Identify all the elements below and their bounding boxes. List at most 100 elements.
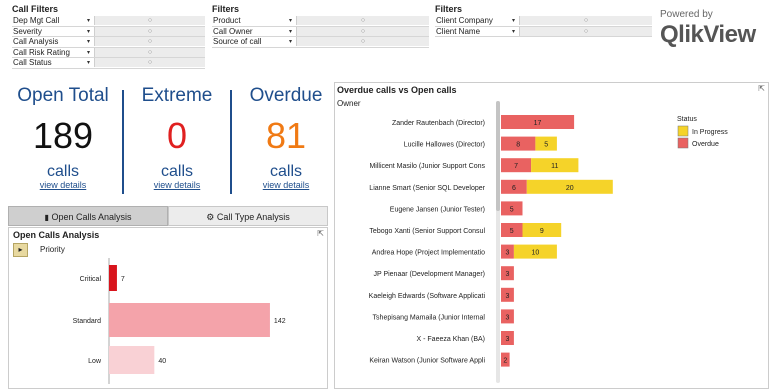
tab-label: Call Type Analysis	[216, 212, 290, 222]
filter-search-box[interactable]: ○	[296, 37, 429, 47]
search-circle-icon: ○	[147, 38, 153, 46]
category-label: JP Pienaar (Development Manager)	[373, 271, 485, 278]
kpi-divider	[122, 90, 124, 194]
filter-label: Source of call	[213, 37, 262, 47]
filter-label: Client Company	[436, 16, 493, 26]
category-label: Millicent Masilo (Junior Support Cons	[369, 163, 485, 170]
filter-row[interactable]: Client Name ▾ ○	[435, 26, 652, 37]
filter-search-box[interactable]: ○	[296, 16, 429, 26]
data-label: 5	[544, 142, 548, 149]
data-label: 11	[551, 163, 558, 170]
filter-row[interactable]: Product ▾ ○	[212, 16, 429, 27]
legend-label: In Progress	[692, 129, 728, 136]
dropdown-arrow-icon[interactable]: ▾	[87, 38, 90, 45]
filter-search-box[interactable]: ○	[94, 37, 205, 47]
product-filters-title: Filters	[212, 4, 240, 14]
filter-row[interactable]: Dep Mgt Call ▾ ○	[12, 16, 205, 27]
category-label: Standard	[73, 318, 102, 325]
category-label: Andrea Hope (Project Implementatio	[372, 250, 485, 257]
product-filters-list: Product ▾ ○ Call Owner ▾ ○ Source of call ▾ ○	[212, 16, 429, 48]
call-filters-title: Call Filters	[12, 4, 59, 14]
data-label: 20	[566, 185, 574, 192]
data-label: 5	[510, 206, 514, 213]
tab-call-type-analysis[interactable]: ⚙ Call Type Analysis	[168, 206, 328, 226]
filter-search-box[interactable]: ○	[94, 47, 205, 57]
tab-label: Open Calls Analysis	[51, 212, 132, 222]
kpi-unit: calls	[160, 163, 193, 180]
filter-search-box[interactable]: ○	[519, 16, 652, 26]
legend-swatch	[677, 137, 689, 149]
search-circle-icon: ○	[360, 17, 366, 25]
filter-row[interactable]: Call Analysis ▾ ○	[12, 37, 205, 48]
dropdown-arrow-icon[interactable]: ▾	[512, 28, 515, 35]
kpi-overdue: Overdue 81 calls view details	[236, 84, 336, 190]
data-label: 142	[274, 318, 286, 325]
search-circle-icon: ○	[147, 27, 153, 35]
filter-search-box[interactable]: ○	[94, 58, 205, 68]
filter-label: Dep Mgt Call	[13, 16, 60, 26]
search-circle-icon: ○	[147, 48, 153, 56]
legend-label: Overdue	[692, 141, 719, 148]
view-details-link[interactable]: view details	[236, 180, 336, 190]
filter-label: Client Name	[436, 26, 481, 36]
powered-by-label: Powered by	[660, 9, 713, 20]
qlikview-logo: QlikView	[660, 21, 756, 48]
dropdown-arrow-icon[interactable]: ▾	[87, 17, 90, 24]
category-label: Lucille Hallowes (Director)	[404, 142, 485, 149]
data-label: 3	[505, 271, 509, 278]
category-label: Tshepisang Mamaila (Junior Internal	[373, 314, 486, 321]
bar	[109, 346, 155, 374]
category-label: Kaeleigh Edwards (Software Applicati	[369, 293, 486, 300]
filter-search-box[interactable]: ○	[94, 26, 205, 36]
priority-chart: Critical 7 Standard 142 Low 40	[73, 258, 286, 384]
category-label: Low	[88, 358, 102, 365]
view-details-link[interactable]: view details	[128, 180, 226, 190]
search-circle-icon: ○	[147, 17, 153, 25]
filter-row[interactable]: Severity ▾ ○	[12, 26, 205, 37]
kpi-value: 189	[32, 115, 94, 156]
bar-chart-icon: ▮	[44, 213, 49, 222]
filter-row[interactable]: Source of call ▾ ○	[212, 37, 429, 48]
filter-row[interactable]: Call Risk Rating ▾ ○	[12, 47, 205, 58]
filter-search-box[interactable]: ○	[296, 26, 429, 36]
kpi-open-total: Open Total 189 calls view details	[8, 84, 118, 190]
kpi-divider	[230, 90, 232, 194]
filter-search-box[interactable]: ○	[94, 16, 205, 26]
data-label: 8	[516, 142, 520, 149]
tab-open-calls-analysis[interactable]: ▮ Open Calls Analysis	[8, 206, 168, 226]
view-details-link[interactable]: view details	[8, 180, 118, 190]
data-label: 3	[505, 314, 509, 321]
dropdown-arrow-icon[interactable]: ▾	[289, 38, 292, 45]
legend-title: Status	[677, 116, 697, 123]
filter-row[interactable]: Call Status ▾ ○	[12, 58, 205, 69]
data-label: 10	[532, 250, 540, 257]
dropdown-arrow-icon[interactable]: ▾	[87, 59, 90, 66]
filter-row[interactable]: Call Owner ▾ ○	[212, 26, 429, 37]
search-circle-icon: ○	[360, 38, 366, 46]
data-label: 7	[514, 163, 518, 170]
dropdown-arrow-icon[interactable]: ▾	[289, 28, 292, 35]
dropdown-arrow-icon[interactable]: ▾	[512, 17, 515, 24]
filter-label: Call Analysis	[13, 37, 59, 47]
category-label: Zander Rautenbach (Director)	[392, 120, 485, 127]
data-label: 5	[510, 228, 514, 235]
category-label: Critical	[80, 276, 102, 283]
search-circle-icon: ○	[583, 17, 589, 25]
client-filters-list: Client Company ▾ ○ Client Name ▾ ○	[435, 16, 652, 37]
dropdown-arrow-icon[interactable]: ▾	[87, 49, 90, 56]
client-filters-title: Filters	[435, 4, 463, 14]
filter-label: Call Risk Rating	[13, 47, 70, 57]
data-label: 3	[505, 336, 509, 343]
filter-search-box[interactable]: ○	[519, 26, 652, 36]
dropdown-arrow-icon[interactable]: ▾	[87, 28, 90, 35]
category-label: Lianne Smart (Senior SQL Developer	[369, 185, 485, 192]
data-label: 3	[505, 250, 509, 257]
search-circle-icon: ○	[583, 27, 589, 35]
kpi-title: Overdue	[249, 85, 323, 106]
gear-icon: ⚙	[206, 212, 215, 222]
dropdown-arrow-icon[interactable]: ▾	[289, 17, 292, 24]
filter-row[interactable]: Client Company ▾ ○	[435, 16, 652, 27]
filter-label: Call Status	[13, 58, 52, 68]
kpi-title: Extreme	[141, 85, 213, 106]
overdue-chart: Zander Rautenbach (Director) 17 Lucille Ha…	[369, 115, 728, 367]
